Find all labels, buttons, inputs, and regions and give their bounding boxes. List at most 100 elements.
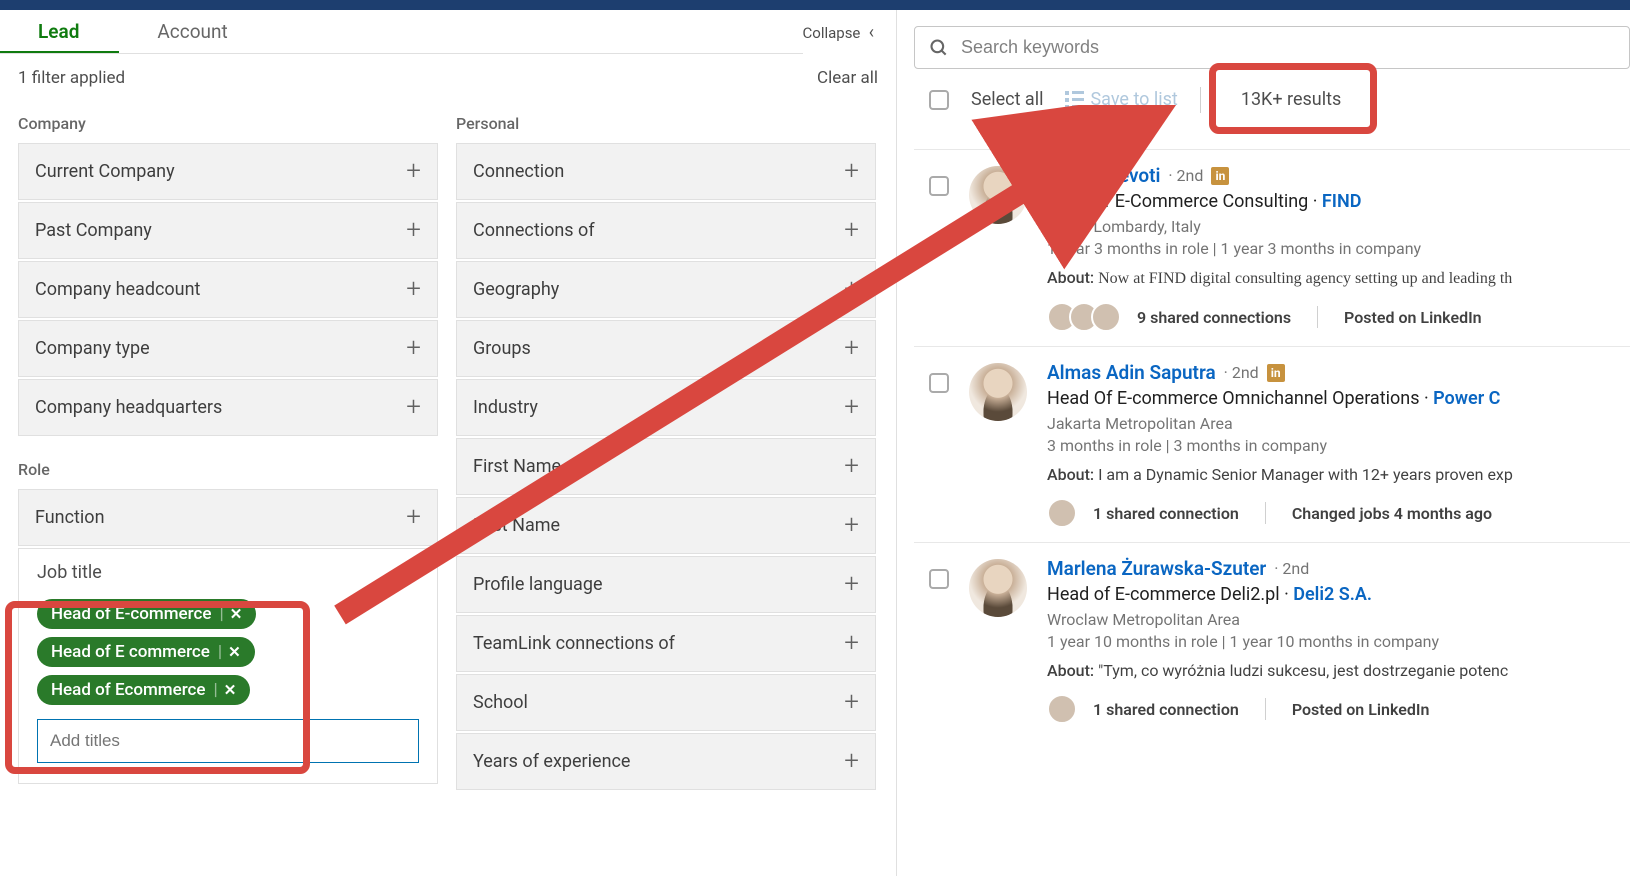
plus-icon: + bbox=[844, 696, 859, 709]
results-panel: Select all Save to list 13K+ results Mat… bbox=[897, 10, 1630, 876]
avatar[interactable] bbox=[969, 166, 1027, 224]
shared-connections[interactable]: 1 shared connection bbox=[1093, 504, 1239, 523]
save-to-list-button[interactable]: Save to list bbox=[1065, 89, 1177, 110]
chip-remove-icon[interactable]: ✕ bbox=[224, 681, 237, 699]
job-title-chip: Head of E commerce|✕ bbox=[37, 637, 255, 667]
result-name[interactable]: Mattia Devoti bbox=[1047, 164, 1160, 187]
filter-columns: Company Current Company + Past Company +… bbox=[0, 98, 896, 876]
filter-col-left: Company Current Company + Past Company +… bbox=[18, 108, 438, 876]
tab-lead[interactable]: Lead bbox=[0, 10, 119, 53]
result-company[interactable]: FIND bbox=[1322, 191, 1362, 212]
job-title-chips: Head of E-commerce|✕ Head of E commerce|✕… bbox=[37, 599, 419, 713]
filter-col-right: Personal Connection + Connections of + G… bbox=[456, 108, 876, 876]
filters-panel: Lead Account Collapse ‹ 1 filter applied… bbox=[0, 10, 897, 876]
plus-icon: + bbox=[844, 342, 859, 355]
filter-teamlink[interactable]: TeamLink connections of + bbox=[456, 615, 876, 672]
filter-label: Last Name bbox=[473, 515, 560, 536]
shared-connections[interactable]: 1 shared connection bbox=[1093, 700, 1239, 719]
filter-current-company[interactable]: Current Company + bbox=[18, 143, 438, 200]
add-titles-input[interactable] bbox=[37, 719, 419, 763]
divider bbox=[1265, 698, 1266, 720]
shared-avatars[interactable] bbox=[1047, 302, 1121, 332]
filter-connections-of[interactable]: Connections of + bbox=[456, 202, 876, 259]
premium-badge-icon: in bbox=[1267, 364, 1285, 382]
section-personal: Personal bbox=[456, 114, 876, 133]
filter-company-headcount[interactable]: Company headcount + bbox=[18, 261, 438, 318]
chip-label: Head of Ecommerce bbox=[51, 680, 206, 700]
chip-label: Head of E-commerce bbox=[51, 604, 211, 624]
filter-past-company[interactable]: Past Company + bbox=[18, 202, 438, 259]
clear-all-button[interactable]: Clear all bbox=[817, 68, 878, 88]
result-location: Wroclaw Metropolitan Area bbox=[1047, 610, 1630, 629]
filter-label: Geography bbox=[473, 279, 559, 300]
save-to-list-label: Save to list bbox=[1090, 89, 1177, 110]
plus-icon: + bbox=[844, 637, 859, 650]
filters-applied-label: 1 filter applied bbox=[18, 68, 125, 88]
plus-icon: + bbox=[406, 283, 421, 296]
result-company[interactable]: Power C bbox=[1433, 388, 1500, 409]
filter-connection[interactable]: Connection + bbox=[456, 143, 876, 200]
result-about: About: Now at FIND digital consulting ag… bbox=[1047, 268, 1630, 288]
result-company[interactable]: Deli2 S.A. bbox=[1293, 584, 1372, 605]
result-title: Head of E-Commerce Consulting · FIND bbox=[1047, 191, 1630, 212]
job-title-chip: Head of Ecommerce|✕ bbox=[37, 675, 250, 705]
job-title-chip: Head of E-commerce|✕ bbox=[37, 599, 256, 629]
filter-last-name[interactable]: Last Name + bbox=[456, 497, 876, 554]
shared-avatars[interactable] bbox=[1047, 498, 1077, 528]
filter-school[interactable]: School + bbox=[456, 674, 876, 731]
result-activity[interactable]: Posted on LinkedIn bbox=[1344, 308, 1482, 327]
minus-icon[interactable]: − bbox=[404, 566, 419, 579]
filter-company-hq[interactable]: Company headquarters + bbox=[18, 379, 438, 436]
filter-label: Company type bbox=[35, 338, 150, 359]
avatar[interactable] bbox=[969, 559, 1027, 617]
filter-label: Connections of bbox=[473, 220, 595, 241]
result-tenure: 3 months in role | 3 months in company bbox=[1047, 436, 1630, 455]
filter-company-type[interactable]: Company type + bbox=[18, 320, 438, 377]
filter-geography[interactable]: Geography + bbox=[456, 261, 876, 318]
shared-avatar bbox=[1091, 302, 1121, 332]
result-card: Mattia Devoti· 2nd inHead of E-Commerce … bbox=[914, 149, 1630, 346]
result-title: Head of E-commerce Deli2.pl · Deli2 S.A. bbox=[1047, 584, 1630, 605]
filter-industry[interactable]: Industry + bbox=[456, 379, 876, 436]
filter-tabs: Lead Account bbox=[0, 10, 803, 54]
results-count: 13K+ results bbox=[1229, 85, 1353, 114]
result-activity[interactable]: Posted on LinkedIn bbox=[1292, 700, 1430, 719]
tab-account[interactable]: Account bbox=[119, 10, 267, 53]
result-checkbox[interactable] bbox=[929, 176, 949, 196]
filter-label: First Name bbox=[473, 456, 561, 477]
results-bar: Select all Save to list 13K+ results bbox=[914, 85, 1630, 114]
premium-badge-icon: in bbox=[1211, 167, 1229, 185]
filter-first-name[interactable]: First Name + bbox=[456, 438, 876, 495]
plus-icon: + bbox=[844, 283, 859, 296]
filter-label: TeamLink connections of bbox=[473, 633, 675, 654]
filter-years-experience[interactable]: Years of experience + bbox=[456, 733, 876, 790]
result-checkbox[interactable] bbox=[929, 373, 949, 393]
result-name[interactable]: Marlena Żurawska-Szuter bbox=[1047, 557, 1266, 580]
result-activity[interactable]: Changed jobs 4 months ago bbox=[1292, 504, 1492, 523]
result-checkbox[interactable] bbox=[929, 569, 949, 589]
filter-label: Years of experience bbox=[473, 751, 630, 772]
filter-profile-language[interactable]: Profile language + bbox=[456, 556, 876, 613]
filter-function[interactable]: Function + bbox=[18, 489, 438, 546]
result-tenure: 1 year 3 months in role | 1 year 3 month… bbox=[1047, 239, 1630, 258]
filter-label: Current Company bbox=[35, 161, 175, 182]
filter-label: Connection bbox=[473, 161, 564, 182]
select-all-checkbox[interactable] bbox=[929, 90, 949, 110]
result-name[interactable]: Almas Adin Saputra bbox=[1047, 361, 1216, 384]
chip-remove-icon[interactable]: ✕ bbox=[230, 605, 243, 623]
search-input[interactable] bbox=[961, 37, 1617, 58]
shared-connections[interactable]: 9 shared connections bbox=[1137, 308, 1291, 327]
filter-groups[interactable]: Groups + bbox=[456, 320, 876, 377]
result-card: Marlena Żurawska-Szuter· 2nd Head of E-c… bbox=[914, 542, 1630, 738]
shared-avatars[interactable] bbox=[1047, 694, 1077, 724]
plus-icon: + bbox=[406, 224, 421, 237]
shared-avatar bbox=[1047, 694, 1077, 724]
plus-icon: + bbox=[406, 401, 421, 414]
chip-remove-icon[interactable]: ✕ bbox=[228, 643, 241, 661]
search-container[interactable] bbox=[914, 26, 1630, 69]
collapse-button[interactable]: Collapse ‹ bbox=[803, 22, 893, 43]
avatar[interactable] bbox=[969, 363, 1027, 421]
search-icon bbox=[929, 38, 949, 58]
filter-label: Function bbox=[35, 507, 105, 528]
result-about: About: I am a Dynamic Senior Manager wit… bbox=[1047, 465, 1630, 484]
